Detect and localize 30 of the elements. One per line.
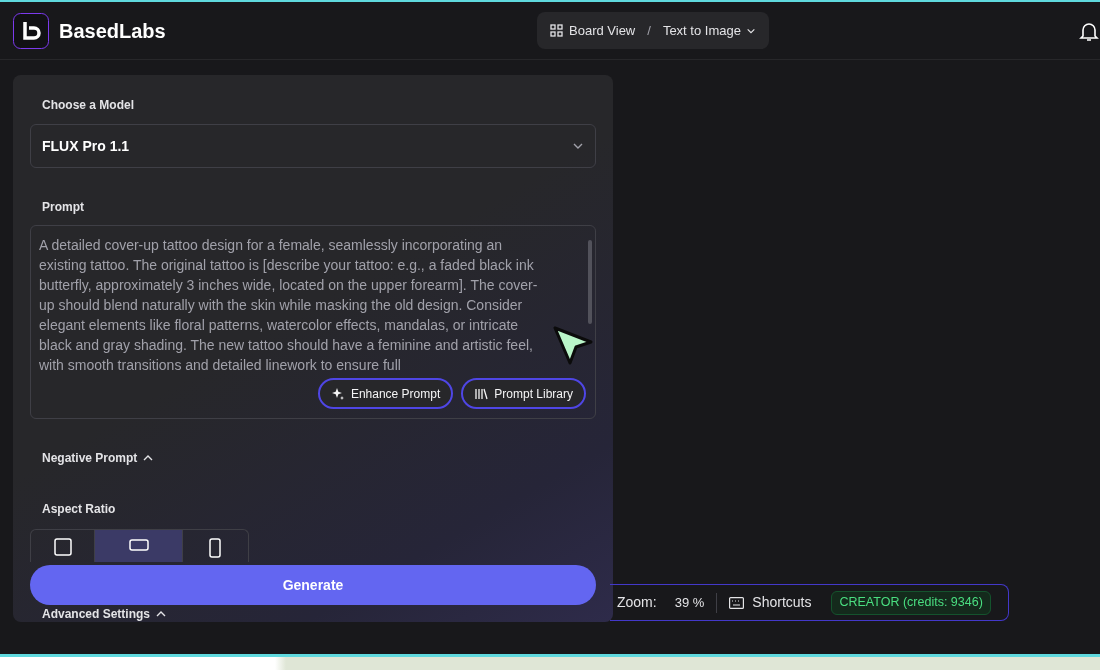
brand-name: BasedLabs [59,18,166,44]
square-icon [53,538,72,556]
landscape-icon [128,538,149,552]
cursor-icon [552,325,594,367]
grid-icon [550,24,563,37]
prompt-action-button[interactable]: Enhance Prompt [317,378,454,409]
library-icon [474,386,489,401]
model-select[interactable]: FLUX Pro 1.1 [30,124,596,168]
zoom-label: Zoom: [617,593,657,612]
advanced-settings-toggle[interactable]: Advanced Settings [42,605,168,622]
portrait-icon [208,538,223,558]
bell-icon[interactable] [1078,20,1100,42]
shortcuts-button[interactable]: Shortcuts [729,592,812,613]
zoom-value: 39 % [674,593,705,612]
keyboard-icon [729,596,745,609]
sparkle-icon [330,386,345,401]
prompt-text: A detailed cover-up tattoo design for a female, seamlessly incorporating an existing tattoo. The original tattoo is [describe your tattoo: e.g., a faded black ink butterfly, approximately 3 inches wide, located on the upper forearm]. The cover-up should blend naturally with the skin while masking the old design. Consider elegant elements like floral patterns, watercolor effects, mandalas, or intricate black and gray shading. The new tattoo should have a feminine and artistic feel, with smooth transitions and detailed linework to ensure full [39,236,539,375]
plan-badge: CREATOR (credits: 9346) [831,590,991,615]
negative-prompt-toggle[interactable]: Negative Prompt [42,449,155,467]
generate-button[interactable]: Generate [30,565,596,605]
prompt-action-button[interactable]: Prompt Library [461,378,586,409]
aspect-option[interactable] [94,530,182,562]
board-view-link[interactable]: Board View [550,20,636,41]
prompt-label: Prompt [42,199,85,216]
prompt-field[interactable] [30,225,596,419]
mode-dropdown[interactable]: Text to Image [662,20,756,41]
model-label: Choose a Model [42,97,135,114]
breadcrumb-separator: / [647,21,651,40]
aspect-label: Aspect Ratio [42,501,117,518]
logo-icon [13,12,49,49]
